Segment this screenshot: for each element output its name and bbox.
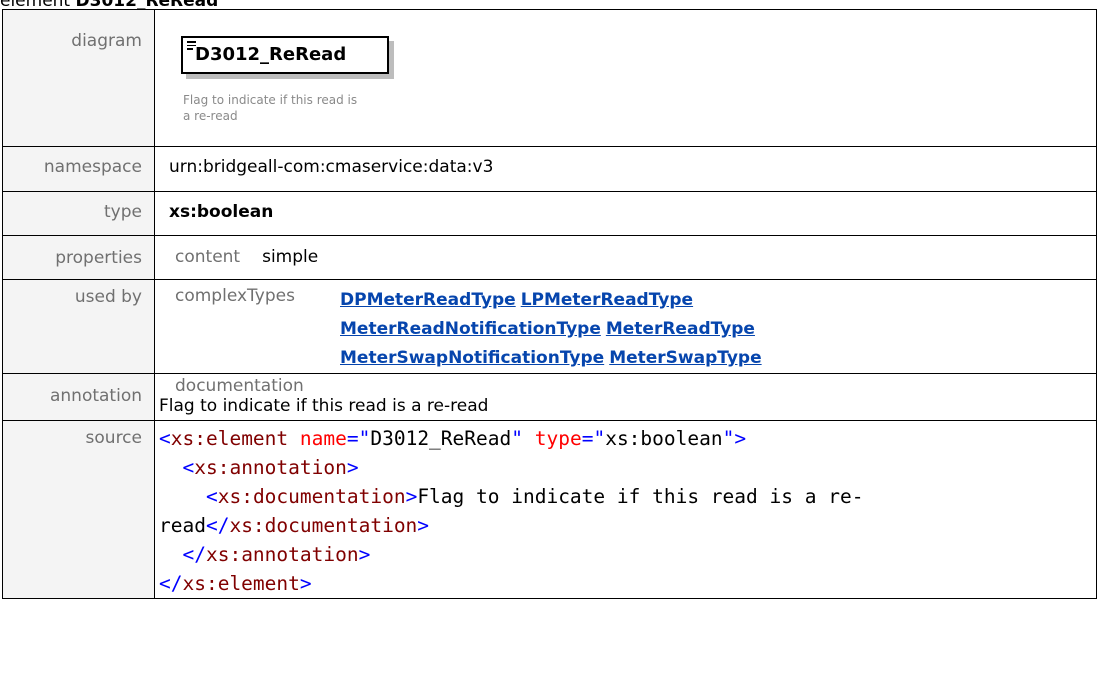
used-by-links: DPMeterReadType LPMeterReadType MeterRead…	[340, 286, 900, 373]
code-documentation-open: xs:documentation	[217, 485, 406, 508]
code-name-value: D3012_ReRead	[370, 427, 512, 450]
used-by-key: complexTypes	[175, 286, 295, 306]
properties-list: content simple	[169, 236, 1096, 267]
diagram-element-box[interactable]: D3012_ReRead	[181, 36, 389, 74]
diagram-element-name: D3012_ReRead	[195, 44, 347, 65]
code-annotation-close: xs:annotation	[205, 543, 359, 566]
annotation-key: documentation	[175, 376, 304, 396]
row-annotation: annotation documentation Flag to indicat…	[2, 373, 1097, 421]
link-meterswaptype[interactable]: MeterSwapType	[609, 348, 761, 368]
diagram-documentation: Flag to indicate if this read is a re-re…	[183, 93, 358, 123]
row-source: source <xs:element name="D3012_ReRead" t…	[2, 420, 1097, 599]
label-namespace: namespace	[43, 157, 142, 177]
link-meterreadtype[interactable]: MeterReadType	[606, 319, 755, 339]
link-dpmeterreadtype[interactable]: DPMeterReadType	[340, 290, 516, 310]
row-type: type xs:boolean	[2, 191, 1097, 236]
label-annotation: annotation	[49, 386, 142, 406]
property-key: content	[175, 247, 241, 267]
code-element-close: xs:element	[182, 572, 300, 595]
code-element-tag: xs:element	[170, 427, 289, 450]
label-properties: properties	[55, 248, 142, 268]
row-diagram: diagram D3012_ReRead Flag to indicate if…	[2, 9, 1097, 147]
label-used-by: used by	[74, 287, 142, 307]
code-name-attr: name	[299, 427, 347, 450]
code-documentation-close: xs:documentation	[229, 514, 418, 537]
element-diagram: D3012_ReRead Flag to indicate if this re…	[155, 10, 1096, 146]
link-meterreadnotificationtype[interactable]: MeterReadNotificationType	[340, 319, 601, 339]
code-type-value: xs:boolean	[605, 427, 723, 450]
row-namespace: namespace urn:bridgeall-com:cmaservice:d…	[2, 146, 1097, 192]
row-properties: properties content simple	[2, 235, 1097, 280]
element-doc-table: diagram D3012_ReRead Flag to indicate if…	[2, 9, 1097, 599]
type-value: xs:boolean	[169, 202, 274, 222]
label-type: type	[104, 202, 142, 222]
namespace-value: urn:bridgeall-com:cmaservice:data:v3	[169, 157, 494, 177]
code-doc-line1: Flag to indicate if this read is a re-	[417, 485, 864, 508]
code-doc-line2: read	[159, 514, 206, 537]
row-used-by: used by complexTypes DPMeterReadType LPMe…	[2, 279, 1097, 374]
source-code: <xs:element name="D3012_ReRead" type="xs…	[159, 427, 864, 595]
code-type-attr: type	[534, 427, 582, 450]
link-meterswapnotificationtype[interactable]: MeterSwapNotificationType	[340, 348, 604, 368]
code-annotation-open: xs:annotation	[194, 456, 347, 479]
label-diagram: diagram	[71, 31, 142, 51]
used-by-list: complexTypes DPMeterReadType LPMeterReadT…	[169, 280, 1096, 373]
property-value: simple	[262, 247, 319, 267]
label-source: source	[85, 428, 142, 448]
link-lpmeterreadtype[interactable]: LPMeterReadType	[521, 290, 693, 310]
annotation-text: Flag to indicate if this read is a re-re…	[159, 396, 489, 416]
